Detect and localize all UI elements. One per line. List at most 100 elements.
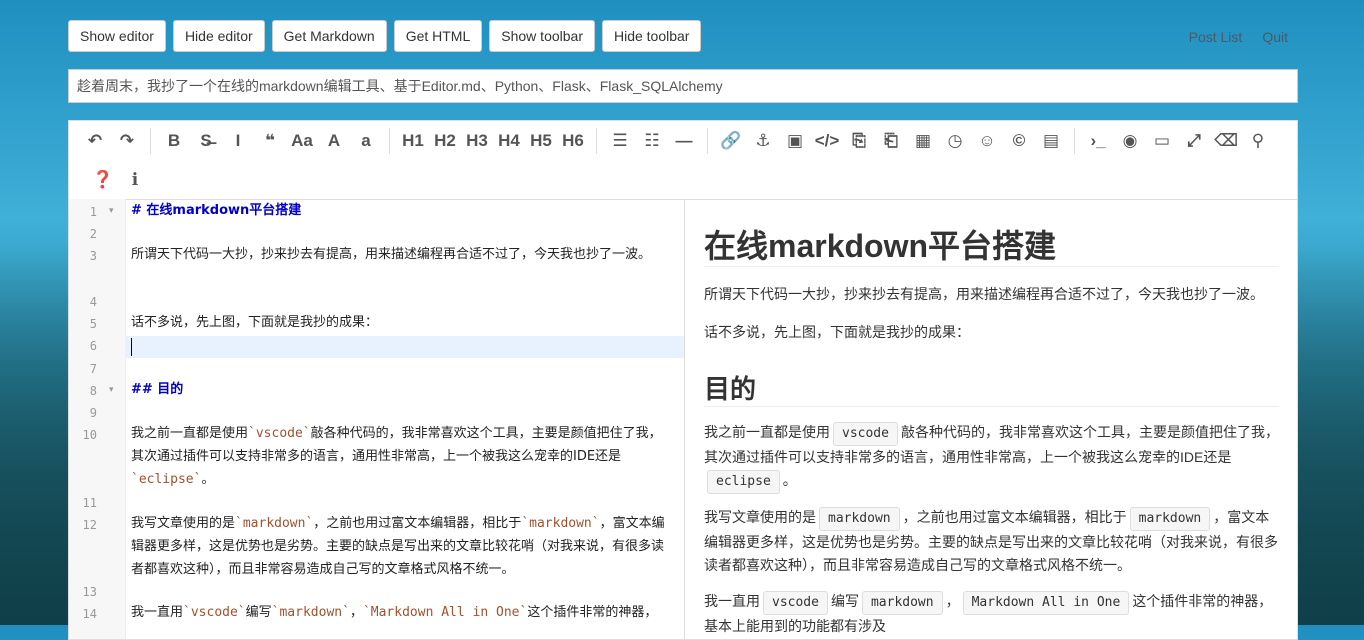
code-text: 我之前一直都是使用 [131, 426, 249, 441]
fullscreen-icon[interactable]: ⤢ [1178, 126, 1210, 156]
nav-links: Post List Quit [1189, 29, 1288, 45]
watch-icon[interactable]: ◉ [1114, 126, 1146, 156]
show-editor-button[interactable]: Show editor [68, 20, 166, 52]
toolbar-row-1: ↶ ↷ B S̶ I ❝ Aa Aa H1 H2 H3 H4 H5 H6 ☰ ☷ — 🔗 ⚓ ▣ </> ⎘ ⎗ ▦ ◷ ☺ © ▤ ›… [79, 122, 1274, 160]
h5-icon[interactable]: H5 [525, 126, 557, 156]
inline-code-markup: `eclipse` [131, 472, 202, 487]
title-input[interactable]: 趁着周末，我抄了一个在线的markdown编辑工具、基于Editor.md、Py… [68, 69, 1298, 103]
italic-icon[interactable]: I [222, 126, 254, 156]
anchor-icon[interactable]: ⚓ [747, 126, 779, 156]
inline-code-markup: `vscode` [248, 426, 311, 441]
code-text: 我一直用 [131, 605, 184, 620]
redo-icon[interactable]: ↷ [111, 126, 143, 156]
get-markdown-button[interactable]: Get Markdown [271, 20, 387, 52]
datetime-icon[interactable]: ◷ [939, 126, 971, 156]
toolbar-separator [596, 128, 597, 154]
line-number: 1 [89, 205, 97, 219]
line-number: 5 [89, 317, 97, 331]
preview-paragraph: 我写文章使用的是 markdown ，之前也用过富文本编辑器，相比于 markdown… [704, 506, 1282, 577]
code-text: 我一直用`vscode`编写`markdown`，`Markdown All i… [131, 601, 671, 624]
undo-icon[interactable]: ↶ [79, 126, 111, 156]
search-icon[interactable]: ⚲ [1242, 126, 1274, 156]
text: 我一直用 [704, 593, 760, 609]
text-cursor [131, 338, 132, 356]
code-text: ，之前也用过富文本编辑器，相比于 [313, 516, 522, 531]
toolbar-row-2: ❓ ℹ [87, 161, 151, 199]
fold-arrow-icon: ▾ [109, 205, 114, 215]
text: 。 [782, 472, 797, 488]
quote-icon[interactable]: ❝ [254, 126, 286, 156]
hide-toolbar-button[interactable]: Hide toolbar [601, 20, 702, 52]
goto-line-icon[interactable]: ›_ [1082, 126, 1114, 156]
text: ， [945, 593, 960, 609]
inline-code-markup: `markdown` [235, 516, 314, 531]
pagebreak-icon[interactable]: ▤ [1035, 126, 1067, 156]
toolbar-separator [150, 128, 151, 154]
line-number: 6 [89, 339, 97, 353]
image-icon[interactable]: ▣ [779, 126, 811, 156]
info-icon[interactable]: ℹ [119, 165, 151, 195]
inline-code: markdown [819, 507, 900, 531]
line-number: 11 [82, 496, 97, 510]
editor-toolbar: ↶ ↷ B S̶ I ❝ Aa Aa H1 H2 H3 H4 H5 H6 ☰ ☷ — 🔗 ⚓ ▣ </> ⎘ ⎗ ▦ ◷ ☺ © ▤ ›… [69, 121, 1297, 200]
inline-code: markdown [861, 591, 943, 615]
markdown-heading: ## 目的 [131, 382, 184, 397]
line-number: 2 [89, 227, 97, 241]
post-list-link[interactable]: Post List [1189, 29, 1243, 45]
code-text: 我之前一直都是使用`vscode`敲各种代码的，我非常喜欢这个工具，主要是颜值把… [131, 422, 671, 491]
lowercase-icon[interactable]: a [350, 126, 382, 156]
h2-icon[interactable]: H2 [429, 126, 461, 156]
uppercase-icon[interactable]: Aa [286, 126, 318, 156]
strikethrough-icon[interactable]: S̶ [190, 126, 222, 156]
inline-code: Markdown All in One [962, 591, 1130, 615]
inline-code: eclipse [707, 470, 780, 494]
clear-icon[interactable]: ⌫ [1210, 126, 1242, 156]
code-text: 所谓天下代码一大抄，抄来抄去有提高，用来描述编程再合适不过了，今天我也抄了一波。 [131, 243, 671, 266]
inline-code: markdown [1129, 507, 1211, 531]
code-text: ## 目的 [131, 378, 671, 401]
inline-code-markup: `markdown` [521, 516, 600, 531]
bold-icon[interactable]: B [158, 126, 190, 156]
active-line-highlight [125, 336, 684, 358]
preview-icon[interactable]: ▭ [1146, 126, 1178, 156]
text: ，之前也用过富文本编辑器，相比于 [902, 509, 1127, 525]
code-block-icon[interactable]: ⎘ [843, 126, 875, 156]
preview-paragraph: 我之前一直都是使用 vscode 敲各种代码的，我非常喜欢这个工具，主要是颜值把住了… [704, 421, 1282, 494]
unordered-list-icon[interactable]: ☰ [604, 126, 636, 156]
h6-icon[interactable]: H6 [557, 126, 589, 156]
inline-code: vscode [833, 422, 898, 446]
help-icon[interactable]: ❓ [87, 165, 119, 195]
inline-code-markup: `vscode` [183, 605, 246, 620]
preview-paragraph: 我一直用 vscode 编写 markdown， Markdown All in One… [704, 590, 1282, 638]
preview-paragraph: 所谓天下代码一大抄，抄来抄去有提高，用来描述编程再合适不过了，今天我也抄了一波。 [704, 286, 1264, 302]
h4-icon[interactable]: H4 [493, 126, 525, 156]
hr-icon[interactable]: — [668, 126, 700, 156]
text: 编写 [830, 593, 859, 609]
link-icon[interactable]: 🔗 [715, 126, 747, 156]
html-entities-icon[interactable]: © [1003, 126, 1035, 156]
code-icon[interactable]: </> [811, 126, 843, 156]
toolbar-separator [1074, 128, 1075, 154]
h3-icon[interactable]: H3 [461, 126, 493, 156]
preview-title-divider [704, 266, 1279, 267]
code-text: 编写 [245, 605, 272, 620]
inline-code: vscode [763, 591, 828, 615]
ordered-list-icon[interactable]: ☷ [636, 126, 668, 156]
code-text: 。 [201, 472, 215, 487]
code-text: ， [349, 605, 363, 620]
top-button-bar: Show editor Hide editor Get Markdown Get… [68, 20, 702, 52]
fold-arrow-icon: ▾ [109, 384, 114, 394]
code-pane[interactable]: 1 ▾ # 在线markdown平台搭建 2 3 所谓天下代码一大抄，抄来抄去有提高，用来… [69, 199, 685, 639]
line-number: 14 [82, 607, 97, 621]
hide-editor-button[interactable]: Hide editor [172, 20, 265, 52]
quit-link[interactable]: Quit [1262, 29, 1288, 45]
h1-icon[interactable]: H1 [397, 126, 429, 156]
preformatted-icon[interactable]: ⎗ [875, 126, 907, 156]
show-toolbar-button[interactable]: Show toolbar [489, 20, 595, 52]
uppercase-a-icon[interactable]: A [318, 126, 350, 156]
preview-pane: 在线markdown平台搭建 所谓天下代码一大抄，抄来抄去有提高，用来描述编程再… [685, 199, 1297, 639]
get-html-button[interactable]: Get HTML [393, 20, 483, 52]
table-icon[interactable]: ▦ [907, 126, 939, 156]
emoji-icon[interactable]: ☺ [971, 126, 1003, 156]
line-number: 8 [89, 384, 97, 398]
